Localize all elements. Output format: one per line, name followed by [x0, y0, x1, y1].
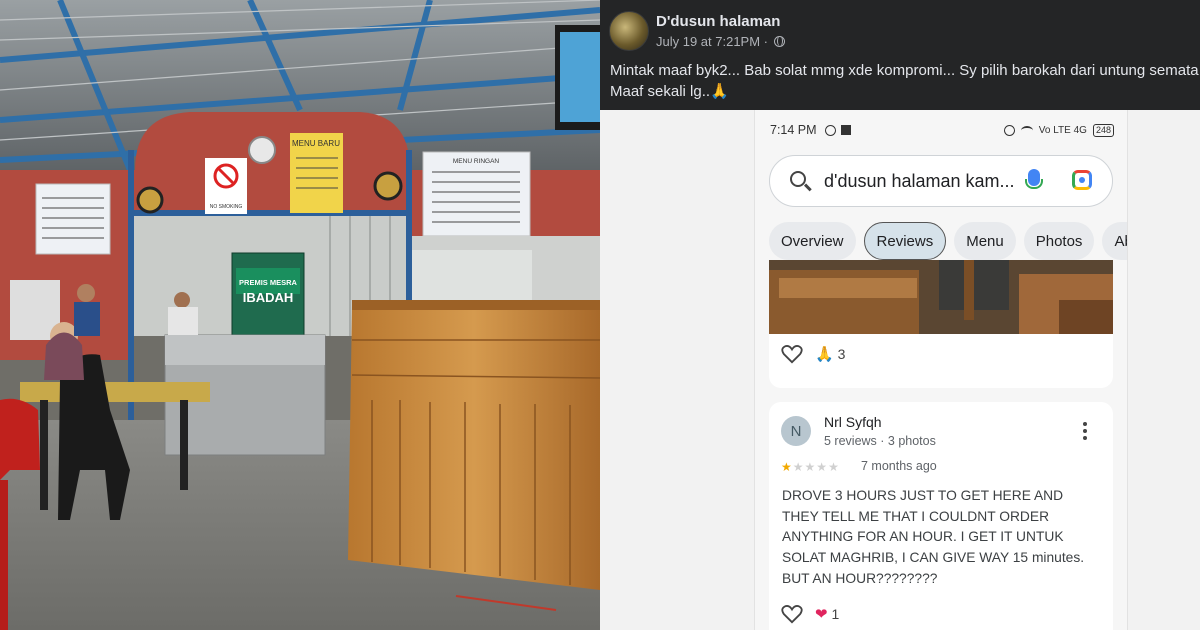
tab-overview[interactable]: Overview — [769, 222, 856, 260]
status-bar: 7:14 PM Vo LTE 4G 248 — [770, 122, 1114, 138]
whatsapp-icon — [824, 124, 836, 136]
heart-outline-icon[interactable] — [781, 344, 803, 364]
facebook-post-header: D'dusun halaman July 19 at 7:21PM · Mint… — [600, 0, 1200, 110]
post-meta: July 19 at 7:21PM · — [656, 34, 785, 49]
tab-reviews[interactable]: Reviews — [863, 222, 947, 260]
restaurant-scene-illustration: MENU BARU MENU RINGAN NO SMOKING PREMIS … — [0, 0, 600, 630]
notification-square-icon — [840, 125, 851, 135]
search-query[interactable]: d'dusun halaman kam... — [824, 171, 1015, 192]
review-reactions: ❤ 1 — [781, 604, 839, 624]
red-heart-icon: ❤ — [815, 606, 828, 623]
screenshot-panel: D'dusun halaman July 19 at 7:21PM · Mint… — [600, 0, 1200, 630]
review-text: DROVE 3 HOURS JUST TO GET HERE AND THEY … — [782, 488, 1085, 586]
review-photo[interactable] — [769, 260, 1113, 334]
star-icon: ★ — [781, 460, 793, 474]
post-text: Mintak maaf byk2... Bab solat mmg xde ko… — [610, 60, 1200, 102]
star-icon: ★ — [804, 460, 817, 474]
menu-baru-sign-text: MENU BARU — [292, 139, 340, 148]
tab-photos[interactable]: Photos — [1023, 222, 1095, 260]
phone-screenshot: 7:14 PM Vo LTE 4G 248 d'dusun halaman ka… — [754, 110, 1128, 630]
review-reaction-count: 1 — [831, 606, 840, 622]
microphone-icon[interactable] — [1025, 169, 1043, 189]
menu-ringan-sign-text: MENU RINGAN — [453, 158, 500, 165]
star-icon: ★ — [828, 460, 840, 474]
place-tabs: Overview Reviews Menu Photos Ab — [769, 222, 1127, 260]
alarm-icon — [1003, 124, 1015, 136]
previous-review-reactions: 🙏 3 — [781, 344, 845, 364]
post-text-line-2: Maaf sekali lg..🙏 — [610, 83, 729, 100]
battery-indicator: 248 — [1092, 123, 1114, 137]
network-label: Vo LTE 4G — [1038, 124, 1087, 136]
reviewer-name[interactable]: Nrl Syfqh — [824, 414, 882, 430]
tab-menu[interactable]: Menu — [954, 222, 1016, 260]
premis-sign-ibadah: IBADAH — [243, 290, 294, 305]
page-avatar[interactable] — [609, 11, 649, 51]
wifi-icon — [1020, 125, 1033, 135]
previous-reaction-count: 3 — [837, 346, 846, 362]
search-box[interactable]: d'dusun halaman kam... — [769, 155, 1113, 207]
reviewer-stats: 5 reviews · 3 photos — [824, 434, 936, 448]
more-options-icon[interactable] — [1083, 422, 1087, 440]
post-timestamp[interactable]: July 19 at 7:21PM · — [656, 34, 768, 49]
search-icon[interactable] — [790, 171, 806, 187]
tab-about[interactable]: Ab — [1102, 222, 1127, 260]
page-name-link[interactable]: D'dusun halaman — [656, 13, 780, 30]
restaurant-photo: MENU BARU MENU RINGAN NO SMOKING PREMIS … — [0, 0, 600, 630]
star-icon: ★ — [816, 460, 829, 474]
status-time: 7:14 PM — [770, 123, 817, 137]
globe-icon — [774, 36, 785, 47]
star-rating: ★★★★★ — [781, 460, 840, 474]
google-lens-icon[interactable] — [1072, 170, 1092, 190]
review-card: N Nrl Syfqh 5 reviews · 3 photos ★★★★★ 7… — [769, 402, 1113, 630]
reviewer-avatar[interactable]: N — [781, 416, 811, 446]
star-icon: ★ — [792, 460, 805, 474]
premis-sign-title: PREMIS MESRA — [239, 278, 298, 287]
heart-outline-icon[interactable] — [781, 604, 803, 624]
review-date: 7 months ago — [861, 459, 937, 473]
post-text-line-1: Mintak maaf byk2... Bab solat mmg xde ko… — [610, 62, 1199, 79]
pray-emoji-icon: 🙏 — [815, 346, 834, 363]
no-smoking-sign-text: NO SMOKING — [210, 204, 243, 210]
previous-review-card: 🙏 3 — [769, 260, 1113, 388]
